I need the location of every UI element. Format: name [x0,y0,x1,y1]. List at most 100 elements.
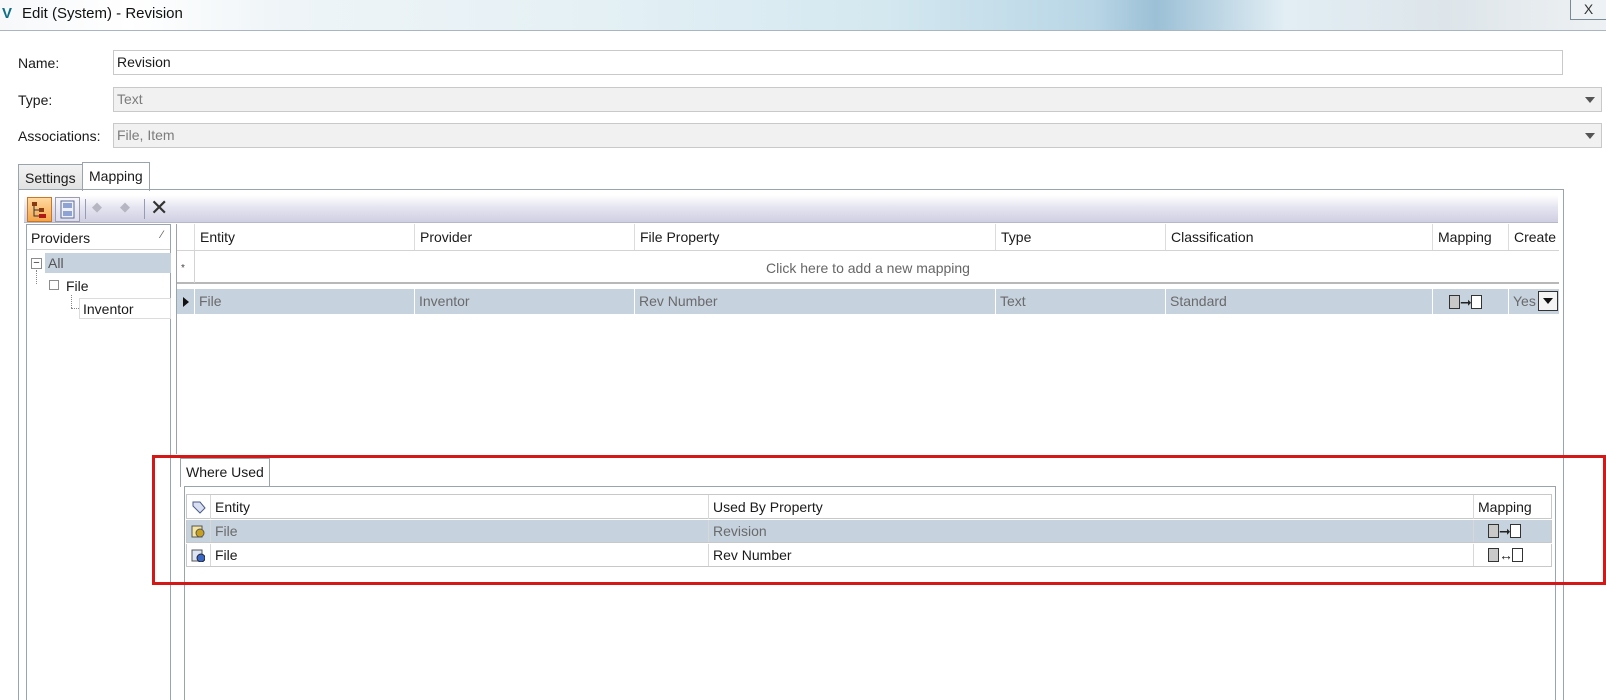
row-selector[interactable] [177,289,195,314]
toolbar-separator [144,199,145,219]
associations-select[interactable]: File, Item [113,123,1602,148]
column-header-label: Create [1514,229,1557,245]
mapping-direction-icon: ➞ [1488,523,1521,540]
cell-entity[interactable]: File [211,544,709,566]
file-property-link-icon [191,549,205,562]
entity-type-header [187,495,211,519]
cell-entity[interactable]: File [195,289,415,314]
name-input[interactable]: Revision [113,50,1563,75]
providers-view-button[interactable] [27,197,52,222]
entity-icon-cell [187,520,211,542]
file-property-gear-icon [191,525,205,538]
tree-node-all[interactable]: All [45,253,171,273]
app-logo-icon: V [2,5,13,22]
column-header-label: Classification [1171,229,1254,245]
tab-mapping[interactable]: Mapping [82,162,150,191]
providers-header[interactable]: Providers ⁄ [27,225,170,250]
associations-label: Associations: [18,128,101,144]
table-row[interactable]: File Inventor Rev Number Text Standard ➞… [177,289,1559,314]
chevron-down-icon [1585,133,1595,139]
tab-settings-label: Settings [25,170,76,186]
cell-used-by-property[interactable]: Revision [709,520,1474,542]
column-header-used-by-property[interactable]: Used By Property [709,495,1474,519]
column-header-label: Entity [215,499,251,515]
cell-mapping[interactable]: ↔ [1474,544,1551,566]
column-header-classification[interactable]: Classification [1166,224,1433,250]
mapping-direction-icon: ➞ [1449,294,1482,311]
add-mapping-row[interactable]: * Click here to add a new mapping [177,250,1559,284]
entity-icon-cell [187,544,211,566]
cell-value: Revision [713,523,767,539]
column-header-label: Type [1001,229,1032,245]
cell-type[interactable]: Text [996,289,1166,314]
chevron-down-icon [1585,97,1595,103]
column-header-mapping[interactable]: Mapping [1474,495,1551,519]
window-titlebar: V Edit (System) - Revision X [0,0,1606,31]
column-header-file-property[interactable]: File Property [635,224,996,250]
column-header-entity[interactable]: Entity [195,224,415,250]
toolbar-separator [85,199,86,219]
delete-icon[interactable]: ✕ [150,196,168,220]
tag-icon [192,501,206,514]
cell-value: Standard [1170,293,1227,309]
collapse-icon[interactable]: − [31,258,42,269]
cell-value: File [199,293,222,309]
column-header-label: Used By Property [713,499,823,515]
column-header-provider[interactable]: Provider [415,224,635,250]
cell-mapping[interactable]: ➞ [1433,289,1509,314]
tree-connector [71,308,79,309]
type-select[interactable]: Text [113,87,1602,112]
cell-value: Rev Number [639,293,718,309]
table-row[interactable]: File Revision ➞ [186,520,1552,543]
sort-icon: ⁄ [161,229,163,241]
tab-where-used[interactable]: Where Used [180,458,270,487]
column-header-type[interactable]: Type [996,224,1166,250]
save-button[interactable] [55,197,80,222]
cell-file-property[interactable]: Rev Number [635,289,996,314]
tree-node-inventor[interactable]: Inventor [79,298,171,319]
save-icon [60,200,75,219]
grid-row-header [177,224,195,250]
cell-value: File [215,523,238,539]
column-header-label: Entity [200,229,236,245]
cell-used-by-property[interactable]: Rev Number [709,544,1474,566]
column-header-create[interactable]: Create [1509,224,1559,250]
tab-where-used-label: Where Used [186,464,264,480]
cell-value: Inventor [419,293,470,309]
close-window-button[interactable]: X [1570,0,1606,20]
type-value: Text [117,91,143,107]
providers-panel: Providers ⁄ − All File Inventor [26,224,171,700]
tree-node-label: File [66,278,89,294]
collapse-icon[interactable] [49,280,59,290]
providers-view-icon [32,202,46,218]
cell-mapping[interactable]: ➞ [1474,520,1551,542]
name-label: Name: [18,55,60,71]
where-used-header: Entity Used By Property Mapping [186,494,1552,519]
providers-header-label: Providers [31,230,91,246]
cell-value: Rev Number [713,547,792,563]
column-header-mapping[interactable]: Mapping [1433,224,1509,250]
cell-value: File [215,547,238,563]
cell-entity[interactable]: File [211,520,709,542]
add-mapping-prompt: Click here to add a new mapping [766,260,970,276]
tree-connector [71,295,72,308]
type-label: Type: [18,92,53,108]
name-value: Revision [117,54,171,70]
column-header-entity[interactable]: Entity [211,495,709,519]
tab-settings[interactable]: Settings [18,164,83,190]
column-header-label: Mapping [1478,499,1532,515]
associations-value: File, Item [117,127,175,143]
row-pointer-icon [183,297,189,307]
move-up-icon[interactable]: ◆ [120,199,130,215]
column-header-label: Mapping [1438,229,1492,245]
mapping-grid: Entity Provider File Property Type Class… [176,224,1559,454]
table-row[interactable]: File Rev Number ↔ [186,544,1552,567]
cell-classification[interactable]: Standard [1166,289,1433,314]
cell-value: Text [1000,293,1026,309]
tree-node-file[interactable]: File [65,276,90,296]
cell-create[interactable]: Yes [1509,289,1559,314]
cell-provider[interactable]: Inventor [415,289,635,314]
cell-value: Yes [1513,293,1536,309]
create-dropdown-button[interactable] [1538,291,1558,311]
move-down-icon[interactable]: ◆ [92,199,102,215]
